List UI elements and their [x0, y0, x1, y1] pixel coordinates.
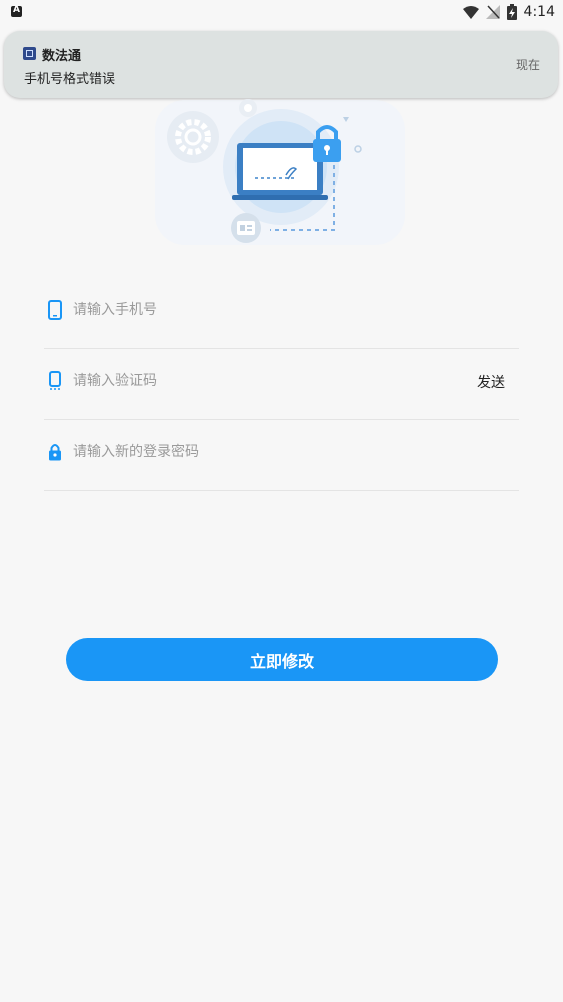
- small-gear-icon: [239, 99, 257, 117]
- sms-phone-icon: [49, 371, 61, 390]
- status-bar: 4:14: [0, 0, 563, 24]
- battery-charging-icon: [506, 4, 517, 20]
- phone-input[interactable]: [73, 295, 473, 325]
- notification-app-name: 数法通: [42, 49, 82, 64]
- no-signal-icon: [485, 5, 500, 19]
- phone-field-row: [44, 277, 519, 349]
- lock-icon: [49, 444, 61, 461]
- notification-time: 现在: [515, 58, 540, 72]
- verification-code-input[interactable]: [73, 366, 433, 396]
- submit-change-button[interactable]: 立即修改: [66, 638, 498, 681]
- password-field-row: [44, 419, 519, 491]
- notification-banner[interactable]: 数法通 手机号格式错误 现在: [4, 31, 558, 98]
- app-indicator-icon: [11, 5, 22, 17]
- id-badge-icon: [231, 213, 261, 243]
- gear-icon: [167, 111, 219, 163]
- app-logo-icon: [23, 47, 36, 60]
- notification-message: 手机号格式错误: [24, 72, 116, 87]
- phone-icon: [48, 300, 62, 320]
- send-code-button[interactable]: 发送: [477, 372, 505, 392]
- status-icons: 4:14: [462, 3, 555, 21]
- new-password-input[interactable]: [73, 437, 473, 467]
- security-illustration: [155, 99, 405, 245]
- code-field-row: 发送: [44, 348, 519, 420]
- clock: 4:14: [523, 4, 555, 20]
- wifi-icon: [462, 5, 479, 19]
